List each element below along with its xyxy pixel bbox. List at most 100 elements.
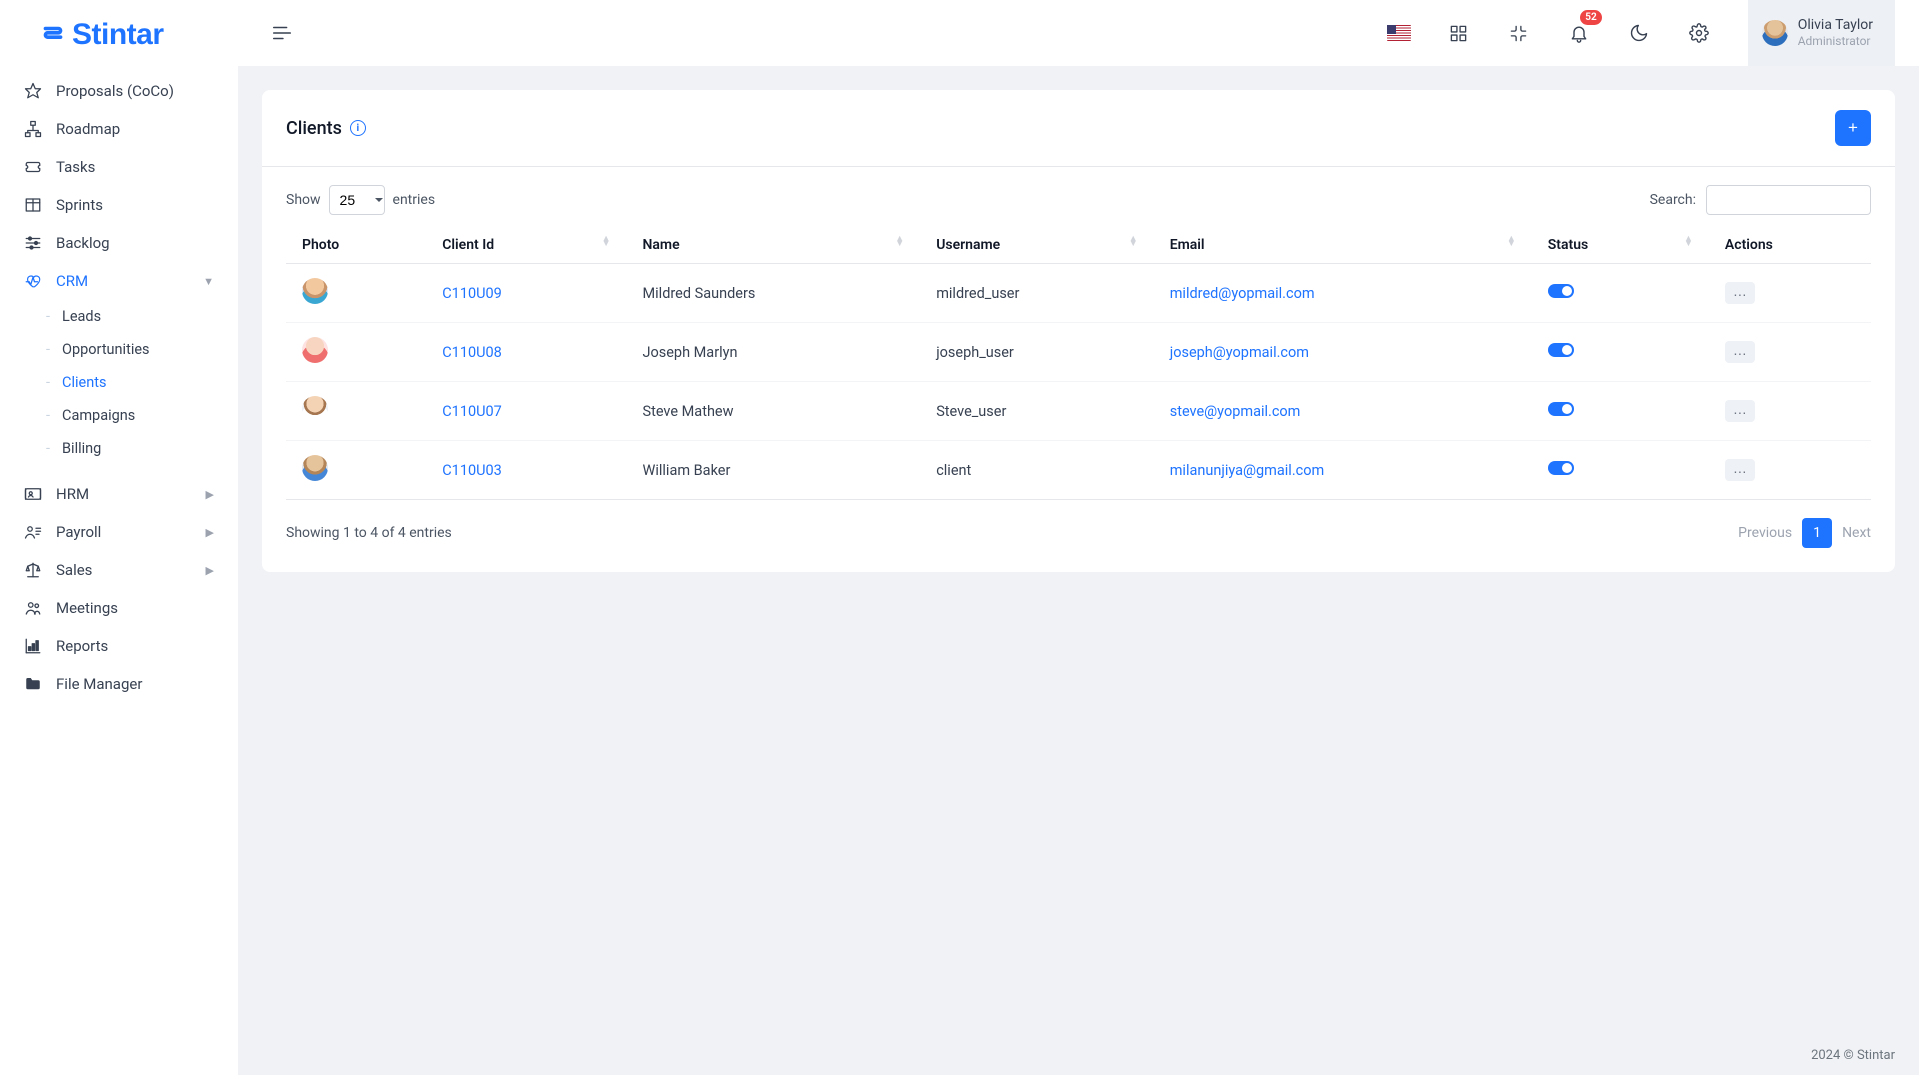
sidebar-item-label: Sales [56, 561, 92, 579]
sort-icon: ▲▼ [1684, 237, 1693, 247]
status-toggle[interactable] [1548, 461, 1574, 475]
sort-icon: ▲▼ [895, 237, 904, 247]
pagination: Previous 1 Next [1738, 518, 1871, 548]
theme-toggle-button[interactable] [1622, 16, 1656, 50]
client-id-link[interactable]: C110U09 [442, 285, 502, 302]
sidebar: Stintar Proposals (CoCo)Roadmap Tasks Spri… [0, 0, 238, 1075]
sidebar-item-crm[interactable]: CRM▼ [12, 262, 226, 300]
pagination-page-1[interactable]: 1 [1802, 518, 1832, 548]
sidebar-item-tasks[interactable]: Tasks [12, 148, 226, 186]
clients-card: Clients i + Show 25 entries Search: [262, 90, 1895, 572]
sidebar-item-proposals-coco-[interactable]: Proposals (CoCo) [12, 72, 226, 110]
col-name[interactable]: Name▲▼ [626, 227, 920, 264]
client-avatar-icon [302, 455, 328, 481]
fullscreen-toggle-button[interactable] [1502, 16, 1536, 50]
pagination-prev[interactable]: Previous [1738, 525, 1792, 541]
chevron-right-icon: ▶ [206, 488, 214, 501]
sidebar-subitem-campaigns[interactable]: Campaigns [34, 399, 226, 432]
client-id-link[interactable]: C110U07 [442, 403, 502, 420]
topbar: 52 Olivia Taylor Administrator [238, 0, 1919, 66]
col-username[interactable]: Username▲▼ [920, 227, 1154, 264]
search-input[interactable] [1706, 185, 1871, 215]
status-toggle[interactable] [1548, 343, 1574, 357]
entries-label: entries [393, 192, 436, 208]
client-name: Joseph Marlyn [626, 323, 920, 382]
sidebar-item-label: Sprints [56, 196, 103, 214]
client-email-link[interactable]: steve@yopmail.com [1170, 403, 1301, 420]
language-button[interactable] [1382, 16, 1416, 50]
sidebar-item-roadmap[interactable]: Roadmap [12, 110, 226, 148]
client-id-link[interactable]: C110U03 [442, 462, 502, 479]
notifications-button[interactable]: 52 [1562, 16, 1596, 50]
table-info: Showing 1 to 4 of 4 entries [286, 525, 452, 541]
add-client-button[interactable]: + [1835, 110, 1871, 146]
sort-icon: ▲▼ [1129, 237, 1138, 247]
sidebar-subitem-leads[interactable]: Leads [34, 300, 226, 333]
bell-icon [1569, 23, 1589, 43]
client-name: William Baker [626, 441, 920, 500]
table-row: C110U09Mildred Saundersmildred_usermildr… [286, 264, 1871, 323]
sidebar-item-file-manager[interactable]: File Manager [12, 665, 226, 703]
sidebar-subitem-billing[interactable]: Billing [34, 432, 226, 465]
star-icon [24, 82, 42, 100]
minimize-icon [1509, 24, 1528, 43]
client-email-link[interactable]: milanunjiya@gmail.com [1170, 462, 1325, 479]
sidebar-item-label: Backlog [56, 234, 110, 252]
sidebar-toggle-button[interactable] [262, 13, 302, 53]
client-avatar-icon [302, 396, 328, 422]
scale-icon [24, 561, 42, 579]
sidebar-item-sprints[interactable]: Sprints [12, 186, 226, 224]
chart-icon [24, 637, 42, 655]
sidebar-item-backlog[interactable]: Backlog [12, 224, 226, 262]
chevron-down-icon: ▼ [203, 275, 214, 288]
row-actions-button[interactable]: … [1725, 400, 1755, 422]
show-label: Show [286, 192, 321, 208]
table-row: C110U07Steve MathewSteve_usersteve@yopma… [286, 382, 1871, 441]
info-icon[interactable]: i [350, 120, 366, 136]
apps-button[interactable] [1442, 16, 1476, 50]
col-status[interactable]: Status▲▼ [1532, 227, 1709, 264]
sidebar-item-payroll[interactable]: Payroll▶ [12, 513, 226, 551]
client-username: client [920, 441, 1154, 500]
sort-icon: ▲▼ [602, 237, 611, 247]
col-client-id[interactable]: Client Id▲▼ [426, 227, 626, 264]
row-actions-button[interactable]: … [1725, 341, 1755, 363]
settings-button[interactable] [1682, 16, 1716, 50]
notification-badge: 52 [1580, 10, 1601, 25]
logo[interactable]: Stintar [0, 0, 238, 70]
sidebar-item-reports[interactable]: Reports [12, 627, 226, 665]
search-label: Search: [1650, 192, 1696, 208]
chevron-right-icon: ▶ [206, 564, 214, 577]
sidebar-item-meetings[interactable]: Meetings [12, 589, 226, 627]
sidebar-subitem-opportunities[interactable]: Opportunities [34, 333, 226, 366]
row-actions-button[interactable]: … [1725, 282, 1755, 304]
user-name: Olivia Taylor [1798, 17, 1873, 34]
status-toggle[interactable] [1548, 402, 1574, 416]
client-email-link[interactable]: mildred@yopmail.com [1170, 285, 1315, 302]
heart-icon [24, 272, 42, 290]
sidebar-subitem-clients[interactable]: Clients [34, 366, 226, 399]
sidebar-item-hrm[interactable]: HRM▶ [12, 475, 226, 513]
client-email-link[interactable]: joseph@yopmail.com [1170, 344, 1309, 361]
client-name: Mildred Saunders [626, 264, 920, 323]
sidebar-item-sales[interactable]: Sales ▶ [12, 551, 226, 589]
ticket-icon [24, 158, 42, 176]
group-icon [24, 599, 42, 617]
page-size-select[interactable]: 25 [329, 185, 385, 215]
userlines-icon [24, 523, 42, 541]
status-toggle[interactable] [1548, 284, 1574, 298]
moon-icon [1629, 23, 1649, 43]
flag-us-icon [1387, 25, 1411, 41]
sidebar-item-label: Tasks [56, 158, 95, 176]
menu-icon [271, 22, 293, 44]
table-row: C110U08Joseph Marlynjoseph_userjoseph@yo… [286, 323, 1871, 382]
row-actions-button[interactable]: … [1725, 459, 1755, 481]
user-avatar-icon [1762, 20, 1788, 46]
user-menu-button[interactable]: Olivia Taylor Administrator [1748, 0, 1895, 66]
table-row: C110U03 William Bakerclient milanunjiya@gm… [286, 441, 1871, 500]
col-email[interactable]: Email▲▼ [1154, 227, 1532, 264]
pagination-next[interactable]: Next [1842, 525, 1871, 541]
columns-icon [24, 196, 42, 214]
col-actions: Actions [1709, 227, 1871, 264]
client-id-link[interactable]: C110U08 [442, 344, 502, 361]
